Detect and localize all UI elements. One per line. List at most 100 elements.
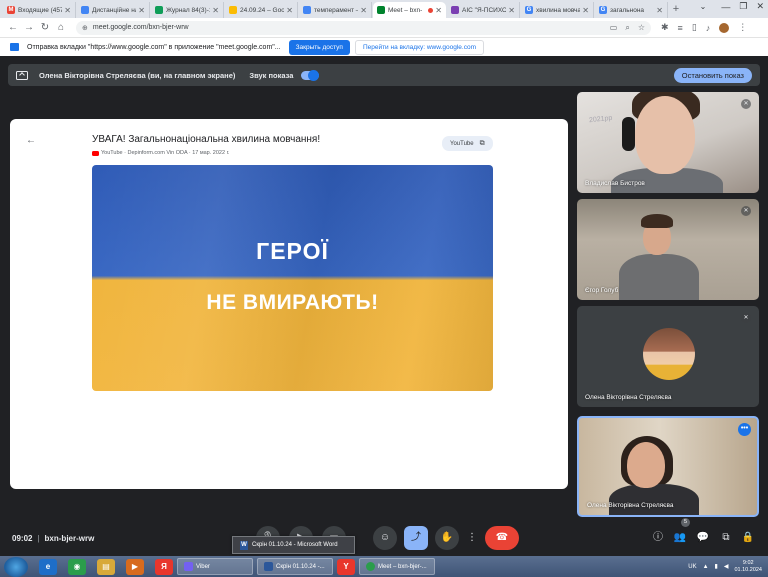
meeting-time: 09:02: [12, 534, 33, 543]
video-player-ukraine-flag[interactable]: ГЕРОЇ НЕ ВМИРАЮТЬ!: [92, 165, 493, 391]
home-icon[interactable]: ⌂: [54, 22, 68, 33]
reload-icon[interactable]: ↻: [38, 22, 52, 33]
tab-close-icon[interactable]: ✕: [656, 6, 663, 15]
browser-tab-google-search[interactable]: G хвилина мовчан ✕: [521, 2, 594, 18]
ais-icon: [451, 6, 459, 14]
share-audio-toggle[interactable]: [301, 69, 320, 81]
tab-close-icon[interactable]: ✕: [64, 6, 71, 15]
browser-tab-classroom[interactable]: Дистанційне нав ✕: [77, 2, 150, 18]
close-window-icon[interactable]: ✕: [756, 1, 764, 12]
tray-expand-icon[interactable]: ▲: [703, 564, 709, 570]
url-text: meet.google.com/bxn-bjer-wrw: [92, 24, 189, 31]
open-youtube-button[interactable]: YouTube ⧉: [442, 136, 493, 151]
network-icon[interactable]: ▮: [715, 563, 718, 570]
menu-dots-icon[interactable]: ⋮: [738, 22, 747, 33]
taskbar-window-chrome-meet[interactable]: Meet – bxn-bjer-...: [359, 558, 435, 575]
tab-close-icon[interactable]: ✕: [508, 6, 515, 15]
site-info-icon[interactable]: ⊕: [82, 24, 88, 32]
back-arrow-icon[interactable]: ←: [26, 135, 36, 146]
participant-video: [622, 117, 635, 151]
tab-label: Meet – bxn-: [388, 6, 423, 14]
taskbar-thumbnail-popup[interactable]: W Скрін 01.10.24 - Microsoft Word: [232, 536, 355, 554]
extensions-puzzle-icon[interactable]: ✱: [661, 22, 669, 33]
chrome-icon[interactable]: ◉: [68, 558, 86, 575]
new-tab-plus-icon[interactable]: +: [669, 2, 683, 18]
docs-icon: [303, 6, 311, 14]
switch-to-tab-button[interactable]: Перейти на вкладку: www.google.com: [354, 39, 484, 55]
chevron-down-icon[interactable]: ⌄: [700, 2, 707, 11]
external-link-icon: ⧉: [479, 139, 485, 147]
youtube-button-label: YouTube: [450, 140, 474, 147]
browser-tab-meet[interactable]: Meet – bxn- ✕: [373, 2, 446, 18]
participant-tile[interactable]: 2021рр ✕ Владислав Бистров: [577, 92, 759, 193]
host-controls-lock-icon[interactable]: 🔒: [741, 531, 755, 545]
yandex-icon[interactable]: Я: [155, 558, 173, 575]
downloads-icon[interactable]: ≡: [678, 23, 683, 33]
tab-sharing-infobar: Отправка вкладки "https://www.google.com…: [0, 37, 768, 56]
media-player-icon[interactable]: ▶: [126, 558, 144, 575]
minimize-icon[interactable]: —: [721, 2, 730, 12]
leave-call-button[interactable]: ☎: [485, 526, 519, 550]
browser-tab-google-search-2[interactable]: G загальнона ✕: [595, 2, 668, 18]
word-icon: W: [240, 540, 248, 550]
browser-tab-ais[interactable]: АІС "Я-ПСИХОЛ ✕: [447, 2, 520, 18]
youtube-icon: [92, 150, 99, 156]
tab-label: АІС "Я-ПСИХОЛ: [462, 6, 507, 14]
camera-indicator-icon[interactable]: ▭: [610, 23, 618, 33]
restore-icon[interactable]: ❐: [739, 1, 747, 12]
bookmark-star-icon[interactable]: ☆: [638, 23, 645, 33]
language-indicator[interactable]: UK: [688, 564, 696, 570]
translate-icon[interactable]: ⌕: [625, 23, 629, 33]
stop-sharing-button[interactable]: Закрыть доступ: [288, 39, 350, 55]
forward-arrow-icon[interactable]: →: [22, 22, 36, 33]
video-title[interactable]: УВАГА! Загальнонаціональна хвилина мовча…: [92, 134, 320, 145]
tab-close-icon[interactable]: ✕: [212, 6, 219, 15]
back-arrow-icon[interactable]: ←: [6, 22, 20, 33]
taskbar-window-viber[interactable]: Viber: [177, 558, 253, 575]
browser-tab-drive[interactable]: 24.09.24 – Goog ✕: [225, 2, 298, 18]
internet-explorer-icon[interactable]: e: [39, 558, 57, 575]
tab-close-icon[interactable]: ✕: [286, 6, 293, 15]
meeting-info: 09:02 | bxn-bjer-wrw: [12, 534, 95, 543]
stop-presenting-button[interactable]: Остановить показ: [673, 67, 752, 83]
present-screen-icon: [16, 70, 28, 80]
tab-close-icon[interactable]: ✕: [360, 6, 367, 15]
present-now-button[interactable]: ⤴: [404, 526, 428, 550]
tab-close-icon[interactable]: ✕: [435, 6, 442, 15]
video-meta-text: YouTube · Depinform.com Vin ODA · 17 мар…: [101, 150, 230, 156]
mic-off-icon: ✕: [741, 206, 751, 216]
meeting-details-icon[interactable]: ⓘ: [651, 531, 665, 545]
raise-hand-button[interactable]: ✋: [435, 526, 459, 550]
browser-tab-strip: M Входящие (457) ✕ Дистанційне нав ✕ Жур…: [0, 0, 768, 18]
more-options-button[interactable]: ⋮: [466, 526, 478, 550]
media-control-icon[interactable]: ♪: [706, 23, 711, 33]
people-icon[interactable]: 👥: [673, 531, 687, 545]
browser-tab-sheets[interactable]: Журнал 84(3)-1 ✕: [151, 2, 224, 18]
browser-tab-gmail[interactable]: M Входящие (457) ✕: [3, 2, 76, 18]
browser-toolbar: ← → ↻ ⌂ ⊕ meet.google.com/bxn-bjer-wrw ▭…: [0, 18, 768, 37]
tab-close-icon[interactable]: ✕: [138, 6, 145, 15]
start-button[interactable]: [4, 556, 28, 577]
browser-tab-docs[interactable]: темперамент – ✕: [299, 2, 372, 18]
viber-icon: [184, 562, 193, 571]
tab-close-icon[interactable]: ✕: [582, 6, 589, 15]
window-controls: ⌄ — ❐ ✕: [700, 1, 764, 12]
participant-tile-self[interactable]: ••• Олена Вікторівна Стреляєва: [577, 416, 759, 517]
file-explorer-icon[interactable]: ▤: [97, 558, 115, 575]
address-bar[interactable]: ⊕ meet.google.com/bxn-bjer-wrw ▭ ⌕ ☆: [76, 20, 651, 35]
mic-off-icon: ✕: [741, 313, 751, 323]
yandex-browser-icon[interactable]: Y: [337, 558, 355, 575]
activities-icon[interactable]: ⧉: [719, 531, 733, 545]
emoji-reaction-button[interactable]: ☺: [373, 526, 397, 550]
taskbar-clock[interactable]: 9:02 01.10.2024: [734, 560, 762, 574]
chat-icon[interactable]: 💬: [696, 531, 710, 545]
profile-avatar[interactable]: [719, 22, 730, 33]
participant-tile[interactable]: ✕ Єгор Голуб: [577, 199, 759, 300]
popup-label: Скрін 01.10.24 - Microsoft Word: [252, 542, 338, 548]
volume-icon[interactable]: ◀: [724, 563, 729, 570]
side-panel-icon[interactable]: ▯: [692, 22, 697, 33]
more-options-icon[interactable]: •••: [738, 423, 751, 436]
system-tray: UK ▲ ▮ ◀ 9:02 01.10.2024: [688, 560, 768, 574]
participant-tile[interactable]: ✕ Олена Вікторівна Стреляєва: [577, 306, 759, 407]
taskbar-window-word[interactable]: Скрін 01.10.24 -...: [257, 558, 333, 575]
